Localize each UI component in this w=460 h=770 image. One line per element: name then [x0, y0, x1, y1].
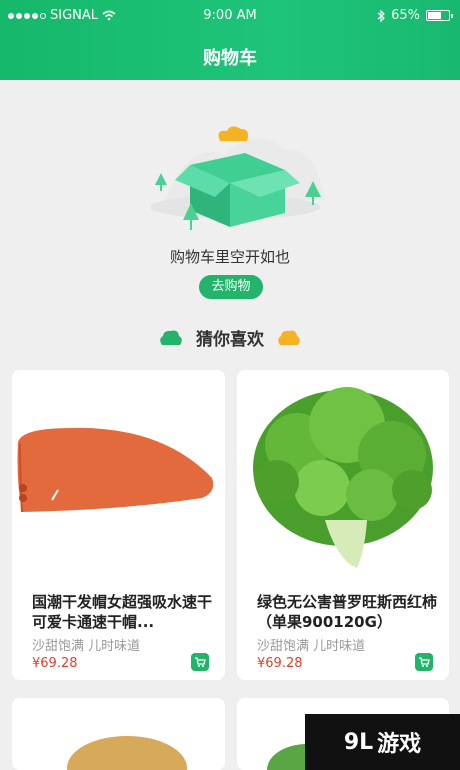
product-tags: 沙甜饱满 儿时味道	[257, 639, 366, 654]
watermark-logo: 9L 游戏	[305, 714, 460, 770]
product-name: 绿色无公害普罗旺斯西红柿（单果900120G）	[257, 593, 438, 631]
recommend-title: 猜你喜欢	[196, 330, 264, 350]
lettuce-image	[237, 370, 449, 580]
add-to-cart-button[interactable]	[191, 653, 209, 671]
product-card[interactable]: 绿色无公害普罗旺斯西红柿（单果900120G） 沙甜饱满 儿时味道 ¥69.28	[237, 370, 449, 680]
watermark-text: 游戏	[377, 732, 422, 757]
product-tags: 沙甜饱满 儿时味道	[32, 639, 141, 654]
product-price: ¥69.28	[32, 656, 78, 671]
add-to-cart-button[interactable]	[415, 653, 433, 671]
battery-level	[428, 12, 441, 19]
page-title: 购物车	[203, 48, 257, 69]
product-name: 国潮干发帽女超强吸水速干可爱卡通速干帽...	[32, 593, 213, 631]
hair-towel-cap-image	[12, 370, 225, 580]
green-cloud-icon	[160, 330, 182, 345]
potato-image	[67, 736, 187, 770]
battery-percent: 65%	[391, 8, 420, 23]
cart-icon	[195, 657, 206, 667]
go-shopping-button[interactable]: 去购物	[199, 275, 263, 299]
product-card[interactable]	[12, 698, 225, 770]
empty-cart-message: 购物车里空开如也	[169, 248, 290, 266]
bluetooth-icon	[377, 9, 385, 22]
top-bar: SIGNAL 9:00 AM 65% 购物车	[0, 0, 460, 80]
recommend-header: 猜你喜欢	[0, 325, 460, 350]
orange-cloud-icon	[278, 330, 300, 345]
watermark-logo-mark: 9L	[343, 729, 374, 755]
cart-icon	[419, 657, 430, 667]
product-price: ¥69.28	[257, 656, 303, 671]
battery-icon	[426, 10, 453, 21]
status-right: 65%	[377, 8, 453, 23]
empty-cart-illustration	[150, 126, 325, 230]
product-card[interactable]: 国潮干发帽女超强吸水速干可爱卡通速干帽... 沙甜饱满 儿时味道 ¥69.28	[12, 370, 225, 680]
status-bar: SIGNAL 9:00 AM 65%	[0, 6, 460, 26]
